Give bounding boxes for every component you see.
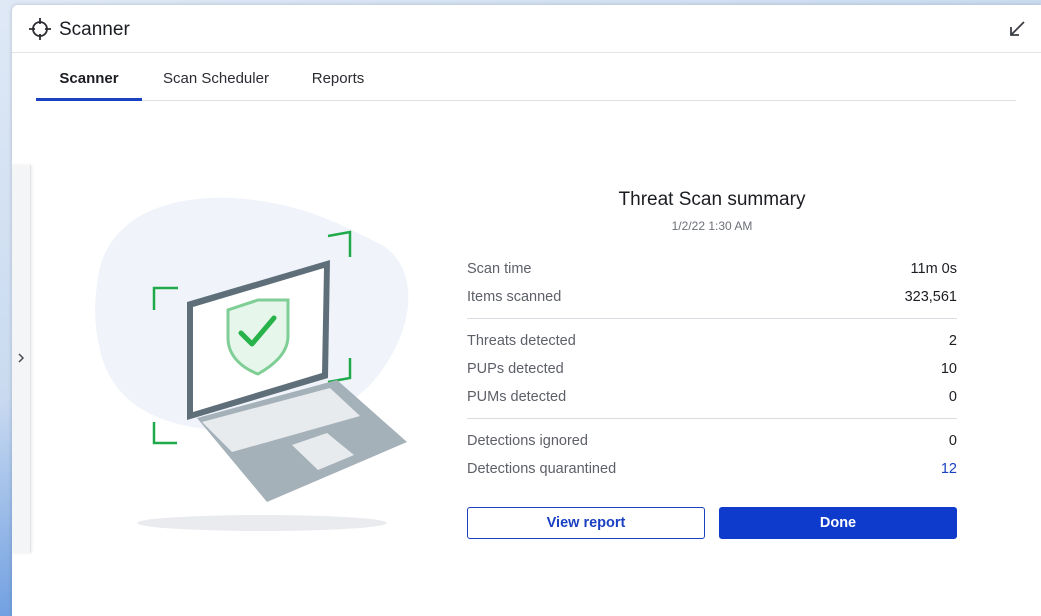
view-report-button[interactable]: View report [467,507,705,539]
stat-row-threats-detected: Threats detected 2 [467,333,957,349]
tab-scanner[interactable]: Scanner [36,53,142,101]
divider [467,318,957,319]
laptop-shield-illustration [95,197,409,531]
scanner-window: Scanner Scanner Scan Scheduler Reports T… [12,5,1041,616]
chevron-right-icon [18,353,25,363]
summary-date: 1/2/22 1:30 AM [671,219,753,233]
summary-stats: Scan time 11m 0s Items scanned 323,561 T… [467,255,957,483]
stat-row-pums-detected: PUMs detected 0 [467,389,957,405]
quarantined-count-link[interactable]: 12 [941,455,957,483]
crosshair-icon [29,18,51,40]
summary-title: Threat Scan summary [618,189,806,210]
done-button[interactable]: Done [719,507,957,539]
tab-bar: Scanner Scan Scheduler Reports [36,53,1016,101]
minimize-arrow-icon[interactable] [1007,19,1027,39]
side-panel-toggle[interactable] [12,165,31,553]
shadow [137,515,387,531]
scan-summary-panel: Threat Scan summary 1/2/22 1:30 AM Scan … [467,185,957,539]
stat-row-detections-quarantined: Detections quarantined 12 [467,455,957,483]
title-bar: Scanner [12,5,1041,53]
stat-row-scan-time: Scan time 11m 0s [467,261,957,277]
stat-row-items-scanned: Items scanned 323,561 [467,289,957,305]
stat-row-detections-ignored: Detections ignored 0 [467,433,957,449]
divider [467,418,957,419]
stat-row-pups-detected: PUPs detected 10 [467,361,957,377]
tab-reports[interactable]: Reports [302,53,374,100]
tab-scan-scheduler[interactable]: Scan Scheduler [154,53,278,100]
window-title: Scanner [59,19,130,40]
summary-actions: View report Done [467,507,957,539]
